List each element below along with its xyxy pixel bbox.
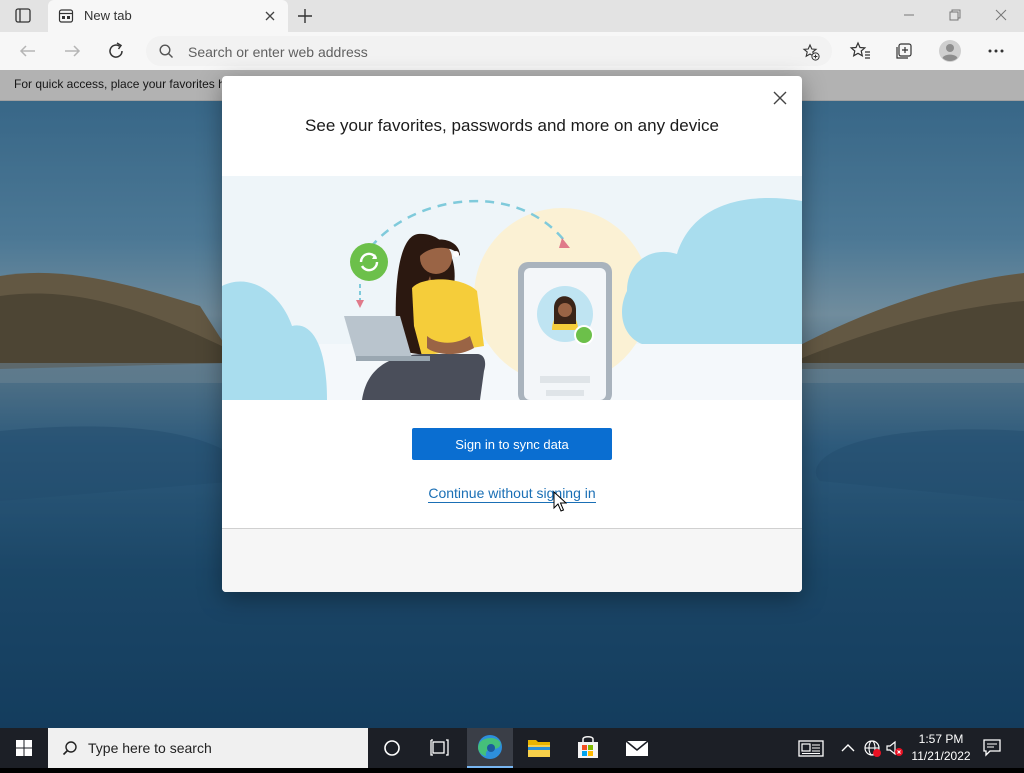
volume-muted-icon[interactable] [884, 738, 904, 758]
close-icon [995, 9, 1007, 21]
notification-icon[interactable] [982, 737, 1002, 757]
sign-in-sync-button[interactable]: Sign in to sync data [412, 428, 612, 460]
sync-dialog: See your favorites, passwords and more o… [222, 76, 802, 592]
back-icon [19, 45, 35, 57]
restore-icon [949, 9, 961, 21]
profile-button[interactable] [936, 38, 964, 64]
forward-button[interactable] [58, 38, 86, 64]
network-icon[interactable] [862, 738, 882, 758]
minimize-button[interactable] [886, 0, 932, 30]
continue-without-signin-wrapper: Continue without signing in [222, 485, 802, 503]
refresh-icon [109, 42, 123, 58]
taskbar: Type here to search 1:57 PM 11/21/2022 [0, 728, 1024, 768]
news-icon[interactable] [798, 738, 824, 758]
plus-icon [298, 9, 312, 23]
forward-icon [65, 45, 81, 57]
navigation-toolbar [0, 32, 1024, 70]
taskbar-store-button[interactable] [565, 728, 611, 768]
tab-new-tab[interactable]: New tab [48, 0, 288, 32]
taskbar-edge-button[interactable] [467, 728, 513, 768]
chevron-up-icon[interactable] [838, 738, 858, 758]
store-icon [578, 736, 598, 758]
clock-date: 11/21/2022 [911, 749, 971, 763]
close-window-button[interactable] [978, 0, 1024, 30]
favorite-add-icon[interactable] [802, 43, 820, 61]
close-icon[interactable] [262, 8, 278, 24]
collections-icon [896, 43, 912, 59]
sync-illustration [222, 176, 802, 400]
cortana-icon [384, 740, 400, 756]
back-button[interactable] [14, 38, 42, 64]
taskbar-clock[interactable]: 1:57 PM 11/21/2022 [906, 731, 976, 765]
address-input[interactable] [186, 39, 790, 65]
file-explorer-icon [528, 740, 550, 757]
newtab-page-icon [58, 9, 74, 23]
windows-logo-icon [16, 740, 32, 756]
refresh-button[interactable] [102, 38, 130, 64]
minimize-icon [904, 14, 914, 16]
start-button[interactable] [0, 728, 48, 768]
clock-time: 1:57 PM [918, 732, 964, 746]
search-icon [159, 44, 173, 58]
taskbar-mail-button[interactable] [614, 728, 660, 768]
dialog-footer [222, 528, 802, 592]
title-bar: New tab [0, 0, 1024, 32]
mail-icon [625, 740, 649, 756]
restore-button[interactable] [932, 0, 978, 30]
profile-icon [939, 40, 961, 62]
close-icon[interactable] [770, 88, 790, 108]
more-icon [988, 49, 1004, 53]
tab-actions-button[interactable] [10, 6, 36, 26]
taskbar-search-placeholder: Type here to search [88, 740, 212, 756]
tab-actions-icon [15, 8, 31, 23]
settings-more-button[interactable] [982, 38, 1010, 64]
collections-button[interactable] [890, 38, 918, 64]
continue-without-signin-link[interactable]: Continue without signing in [428, 485, 596, 503]
task-view-icon [430, 739, 449, 756]
tab-title: New tab [84, 8, 132, 23]
search-icon [62, 741, 77, 756]
favorites-button[interactable] [846, 38, 874, 64]
edge-icon [478, 735, 502, 759]
cortana-button[interactable] [369, 728, 415, 768]
taskbar-file-explorer-button[interactable] [516, 728, 562, 768]
favorites-icon [849, 41, 870, 59]
new-tab-button[interactable] [294, 5, 316, 27]
taskbar-search-box[interactable]: Type here to search [48, 728, 368, 768]
address-bar[interactable] [146, 36, 832, 66]
dialog-title: See your favorites, passwords and more o… [305, 116, 719, 135]
mouse-cursor-icon [553, 491, 567, 512]
task-view-button[interactable] [417, 728, 463, 768]
